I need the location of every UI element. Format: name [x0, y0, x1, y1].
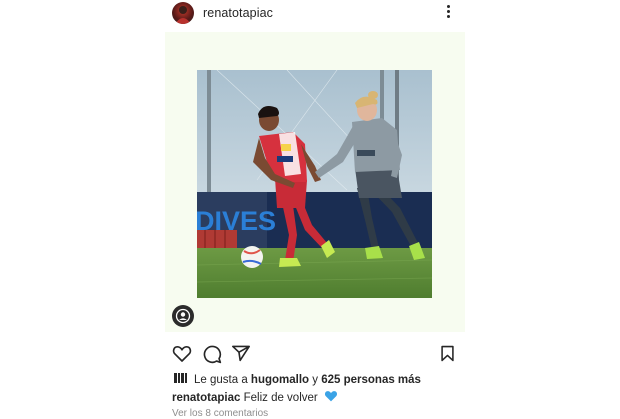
likes-prefix: Le gusta a: [194, 374, 248, 386]
caption-username[interactable]: renatotapiac: [172, 392, 240, 404]
blue-heart-emoji: [324, 391, 337, 402]
avatar[interactable]: [172, 2, 194, 24]
view-comments-link[interactable]: Ver los 8 comentarios: [172, 408, 268, 419]
liker-username[interactable]: hugomallo: [251, 374, 309, 386]
caption-text: Feliz de volver: [243, 392, 318, 404]
post-photo[interactable]: DIVES: [197, 70, 432, 298]
football-ball: [241, 246, 263, 268]
post-username[interactable]: renatotapiac: [203, 6, 273, 20]
bookmark-icon: [441, 345, 454, 362]
user-tag-icon[interactable]: [172, 305, 194, 327]
football-photo: DIVES: [197, 70, 432, 298]
heart-icon: [172, 346, 192, 362]
save-button[interactable]: [440, 345, 455, 362]
post-caption: renatotapiac Feliz de volver: [172, 390, 338, 404]
more-options-icon[interactable]: [445, 5, 451, 21]
share-icon: [232, 345, 250, 362]
share-button[interactable]: [231, 344, 251, 362]
likes-joiner: y: [312, 374, 319, 386]
avatar-image: [175, 6, 191, 24]
like-button[interactable]: [172, 344, 192, 363]
likes-count[interactable]: 625 personas más: [321, 374, 421, 386]
liker-avatar-icon[interactable]: [174, 372, 188, 384]
comment-icon: [203, 345, 222, 364]
post-header: renatotapiac: [0, 0, 620, 28]
comment-button[interactable]: [202, 344, 222, 364]
likes-summary: Le gusta a hugomallo y 625 personas más: [174, 372, 421, 386]
